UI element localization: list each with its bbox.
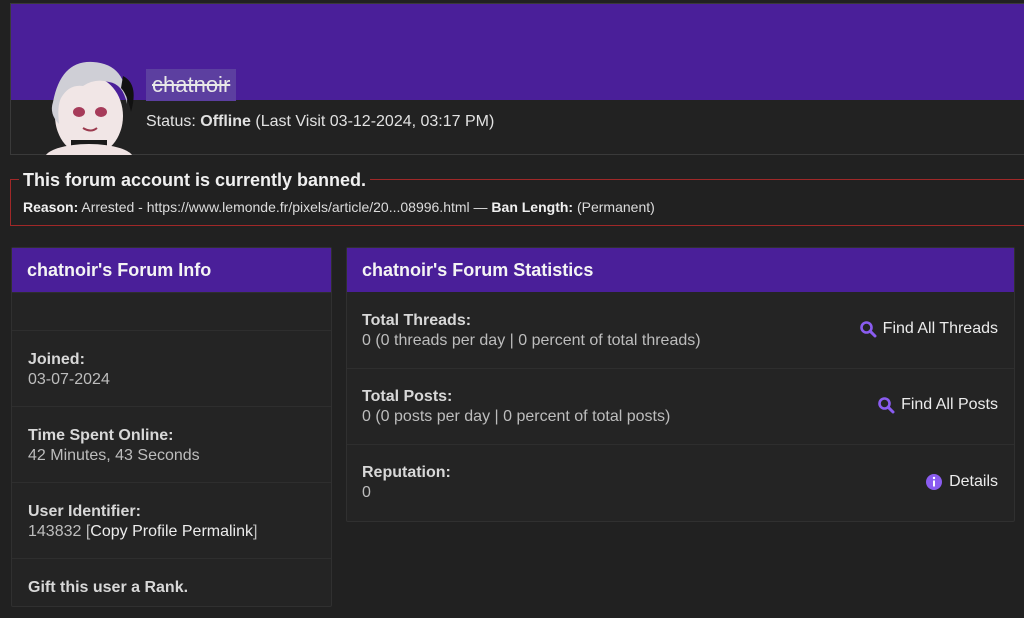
status-prefix: Status: — [146, 113, 201, 130]
ban-length-value: (Permanent) — [576, 199, 655, 215]
ban-length-label: Ban Length: — [491, 199, 574, 215]
forum-info-title: chatnoir's Forum Info — [12, 248, 331, 292]
profile-header: chatnoir Status: Offline (Last Visit 03-… — [10, 3, 1024, 155]
copy-permalink-link[interactable]: Copy Profile Permalink — [90, 523, 253, 540]
info-row-gift: Gift this user a Rank. — [12, 558, 331, 618]
details-label: Details — [949, 473, 998, 490]
identifier-value-line: 143832 [Copy Profile Permalink] — [28, 523, 315, 541]
profile-status: Status: Offline (Last Visit 03-12-2024, … — [146, 113, 494, 131]
info-spacer-row — [12, 292, 331, 330]
online-label: Time Spent Online: — [28, 427, 174, 444]
reputation-details-button[interactable]: Details — [925, 473, 998, 491]
permalink-bracket-open: [ — [81, 523, 91, 540]
identifier-label: User Identifier: — [28, 503, 141, 520]
find-all-posts-button[interactable]: Find All Posts — [877, 396, 998, 414]
stat-row-posts: Total Posts: 0 (0 posts per day | 0 perc… — [347, 368, 1014, 444]
reputation-label: Reputation: — [362, 464, 451, 481]
ban-details: Reason: Arrested - https://www.lemonde.f… — [23, 199, 655, 215]
stat-row-reputation: Reputation: 0 Details — [347, 444, 1014, 520]
forum-statistics-panel: chatnoir's Forum Statistics Total Thread… — [346, 247, 1015, 522]
search-icon — [877, 396, 895, 414]
status-last-visit: (Last Visit 03-12-2024, 03:17 PM) — [250, 113, 495, 130]
find-all-threads-label: Find All Threads — [882, 320, 998, 337]
ban-reason-text: Arrested - https://www.lemonde.fr/pixels… — [81, 199, 492, 215]
avatar — [31, 54, 143, 155]
ban-reason-label: Reason: — [23, 199, 79, 215]
reputation-value: 0 — [362, 484, 371, 501]
stat-row-threads: Total Threads: 0 (0 threads per day | 0 … — [347, 292, 1014, 368]
status-value: Offline — [200, 113, 251, 130]
forum-statistics-title: chatnoir's Forum Statistics — [347, 248, 1014, 292]
profile-username: chatnoir — [146, 69, 237, 101]
find-all-threads-button[interactable]: Find All Threads — [859, 320, 998, 338]
info-row-joined: Joined: 03-07-2024 — [12, 330, 331, 406]
gift-rank-link[interactable]: Gift this user a Rank. — [28, 579, 315, 597]
joined-label: Joined: — [28, 351, 85, 368]
joined-value: 03-07-2024 — [28, 371, 110, 388]
identifier-value: 143832 — [28, 523, 82, 540]
info-row-identifier: User Identifier: 143832 [Copy Profile Pe… — [12, 482, 331, 558]
ban-title: This forum account is currently banned. — [19, 169, 371, 191]
forum-info-panel: chatnoir's Forum Info Joined: 03-07-2024… — [11, 247, 332, 607]
info-icon — [925, 473, 943, 491]
find-all-posts-label: Find All Posts — [901, 396, 998, 413]
info-row-online: Time Spent Online: 42 Minutes, 43 Second… — [12, 406, 331, 482]
search-icon — [859, 320, 877, 338]
online-value: 42 Minutes, 43 Seconds — [28, 447, 200, 464]
ban-notice: This forum account is currently banned. … — [10, 169, 1024, 226]
permalink-bracket-close: ] — [253, 523, 258, 540]
